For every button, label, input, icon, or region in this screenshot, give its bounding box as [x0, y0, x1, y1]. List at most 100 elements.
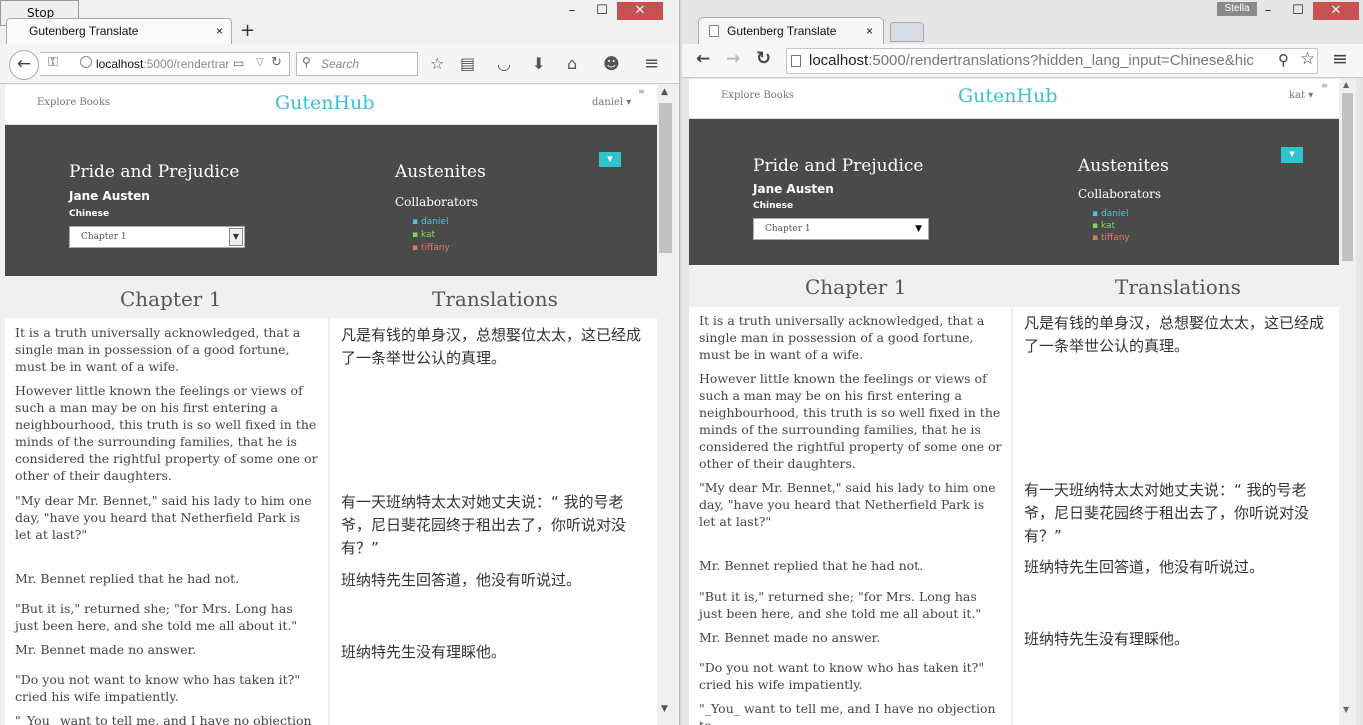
chevron-down-icon[interactable]: ▼: [915, 219, 922, 239]
user-menu[interactable]: daniel ▾: [592, 97, 631, 108]
explore-books-link[interactable]: Explore Books: [37, 97, 110, 108]
url-bar[interactable]: localhost:5000/rendertranslations?hidden…: [786, 48, 1318, 74]
scroll-up-icon[interactable]: ▲: [1343, 80, 1349, 89]
reader-view-icon[interactable]: ▭: [233, 56, 244, 70]
paragraph[interactable]: Mr. Bennet replied that he had not.: [15, 570, 320, 587]
paragraph[interactable]: "My dear Mr. Bennet," said his lady to h…: [15, 492, 320, 543]
url-bar[interactable]: localhost:5000/rendertrar: [40, 52, 290, 76]
chevron-down-icon[interactable]: ▼: [229, 228, 243, 246]
collaborator-name: tiffany: [420, 243, 450, 253]
close-window-button[interactable]: ✕: [1313, 2, 1359, 20]
chapter-select[interactable]: Chapter 1 ▼: [753, 218, 929, 240]
translation[interactable]: 凡是有钱的单身汉，总想娶位太太，这已经成了一条举世公认的真理。: [341, 324, 641, 370]
reload-icon[interactable]: ↻: [271, 55, 282, 70]
group-dropdown-button[interactable]: ▼: [599, 152, 621, 167]
paragraph[interactable]: "My dear Mr. Bennet," said his lady to h…: [699, 479, 1004, 530]
collaborator-kat[interactable]: ▪ kat: [412, 230, 435, 240]
menu-icon[interactable]: ≡: [1332, 48, 1348, 70]
paragraph[interactable]: It is a truth universally acknowledged, …: [15, 324, 320, 375]
maximize-button[interactable]: ☐: [1283, 2, 1313, 20]
pocket-icon[interactable]: ◡: [497, 54, 511, 74]
paragraph[interactable]: However little known the feelings or vie…: [15, 382, 320, 484]
book-language: Chinese: [753, 201, 794, 211]
paragraph[interactable]: "_You_ want to tell me, and I have no ob…: [699, 700, 1004, 725]
column-header-band: Chapter 1 Translations: [689, 265, 1339, 307]
paragraph[interactable]: "But it is," returned she; "for Mrs. Lon…: [699, 588, 1004, 622]
translation[interactable]: 班纳特先生没有理睬他。: [341, 641, 641, 664]
hamburger-icon[interactable]: ≡: [638, 87, 645, 96]
paragraph[interactable]: "Do you not want to know who has taken i…: [15, 671, 320, 705]
paragraph[interactable]: "But it is," returned she; "for Mrs. Lon…: [15, 600, 320, 634]
paragraph[interactable]: "_You_ want to tell me, and I have no ob…: [15, 712, 320, 725]
collaborator-name: daniel: [420, 217, 449, 227]
site-logo[interactable]: GutenHub: [958, 85, 1058, 107]
forward-arrow-icon[interactable]: →: [726, 49, 740, 69]
user-menu[interactable]: kat ▾: [1289, 90, 1313, 101]
paragraph[interactable]: Mr. Bennet made no answer.: [699, 629, 1004, 646]
home-icon[interactable]: ⌂: [567, 54, 577, 74]
book-title: Pride and Prejudice: [69, 162, 240, 182]
hamburger-icon[interactable]: ≡: [1321, 81, 1328, 90]
scrollbar[interactable]: ▲ ▼: [1339, 79, 1356, 725]
download-icon[interactable]: ⬇: [532, 54, 545, 74]
tab-gutenberg-translate[interactable]: Gutenberg Translate ×: [698, 17, 884, 44]
globe-icon: [80, 56, 92, 68]
paragraph[interactable]: Mr. Bennet replied that he had not.: [699, 557, 1004, 574]
menu-icon[interactable]: ≡: [644, 54, 659, 74]
translation[interactable]: 凡是有钱的单身汉，总想娶位太太，这已经成了一条举世公认的真理。: [1024, 312, 1324, 358]
translation[interactable]: 班纳特先生回答道，他没有听说过。: [341, 569, 641, 592]
search-input[interactable]: Search: [296, 52, 418, 76]
paragraph[interactable]: "Do you not want to know who has taken i…: [699, 659, 1004, 693]
translation[interactable]: 有一天班纳特太太对她丈夫说：“ 我的号老爷，尼日斐花园终于租出去了，你听说对没有…: [1024, 479, 1324, 548]
paragraph[interactable]: It is a truth universally acknowledged, …: [699, 312, 1004, 363]
collaborator-daniel[interactable]: ▪ daniel: [412, 217, 448, 227]
key-icon[interactable]: ⚿: [48, 55, 58, 70]
tab-close-icon[interactable]: ×: [866, 18, 873, 44]
scroll-down-icon[interactable]: ▼: [1343, 705, 1349, 714]
profile-badge[interactable]: Stella: [1217, 2, 1257, 16]
column-header-band: Chapter 1 Translations: [5, 276, 657, 318]
page-info-icon[interactable]: [791, 55, 801, 67]
paragraph[interactable]: Mr. Bennet made no answer.: [15, 641, 320, 658]
translation[interactable]: 班纳特先生回答道，他没有听说过。: [1024, 556, 1324, 579]
paragraph[interactable]: However little known the feelings or vie…: [699, 370, 1004, 472]
bookmark-star-icon[interactable]: ☆: [430, 54, 444, 74]
reload-icon[interactable]: ↻: [756, 48, 771, 69]
chapter-select[interactable]: Chapter 1 ▼: [69, 226, 245, 248]
close-window-button[interactable]: ✕: [617, 2, 663, 20]
scrollbar-thumb[interactable]: [1342, 93, 1353, 261]
scrollbar[interactable]: ▲ ▼: [657, 85, 674, 725]
url-host: localhost: [96, 57, 144, 71]
maximize-button[interactable]: ☐: [587, 2, 617, 20]
navigation-toolbar: localhost:5000/rendertrar ← ⚿ ▭ ▽ ↻ Sear…: [0, 44, 679, 84]
chevron-down-icon[interactable]: ▽: [256, 57, 264, 68]
explore-books-link[interactable]: Explore Books: [721, 90, 794, 101]
group-dropdown-button[interactable]: ▼: [1281, 147, 1303, 163]
new-tab-button[interactable]: [890, 22, 924, 42]
collaborator-kat[interactable]: ▪ kat: [1092, 221, 1115, 231]
chapter-heading: Chapter 1: [120, 287, 222, 311]
bookmark-star-icon[interactable]: ☆: [1300, 49, 1315, 69]
collaborators-label: Collaborators: [395, 195, 478, 209]
translations-heading: Translations: [1115, 275, 1241, 299]
scroll-down-icon[interactable]: ▼: [661, 704, 668, 714]
new-tab-button[interactable]: +: [240, 18, 255, 44]
collaborator-tiffany[interactable]: ▪ tiffany: [412, 243, 450, 253]
scroll-up-icon[interactable]: ▲: [661, 87, 668, 97]
hello-icon[interactable]: ☻: [603, 54, 620, 74]
zoom-icon[interactable]: ⚲: [1278, 51, 1289, 69]
scrollbar-thumb[interactable]: [659, 103, 672, 253]
reading-list-icon[interactable]: ▤: [460, 54, 475, 74]
collaborator-daniel[interactable]: ▪ daniel: [1092, 209, 1128, 219]
collaborator-tiffany[interactable]: ▪ tiffany: [1092, 233, 1130, 243]
site-logo[interactable]: GutenHub: [275, 92, 375, 114]
tab-gutenberg-translate[interactable]: Gutenberg Translate ×: [6, 18, 232, 44]
translation[interactable]: 班纳特先生没有理睬他。: [1024, 628, 1324, 651]
minimize-button[interactable]: –: [557, 2, 587, 20]
minimize-button[interactable]: –: [1253, 2, 1283, 20]
book-header: Pride and Prejudice Jane Austen Chinese …: [689, 119, 1339, 265]
back-arrow-icon[interactable]: ←: [9, 50, 39, 80]
translation[interactable]: 有一天班纳特太太对她丈夫说：“ 我的号老爷，尼日斐花园终于租出去了，你听说对没有…: [341, 491, 641, 560]
back-arrow-icon[interactable]: ←: [696, 49, 710, 69]
tab-close-icon[interactable]: ×: [216, 19, 223, 44]
